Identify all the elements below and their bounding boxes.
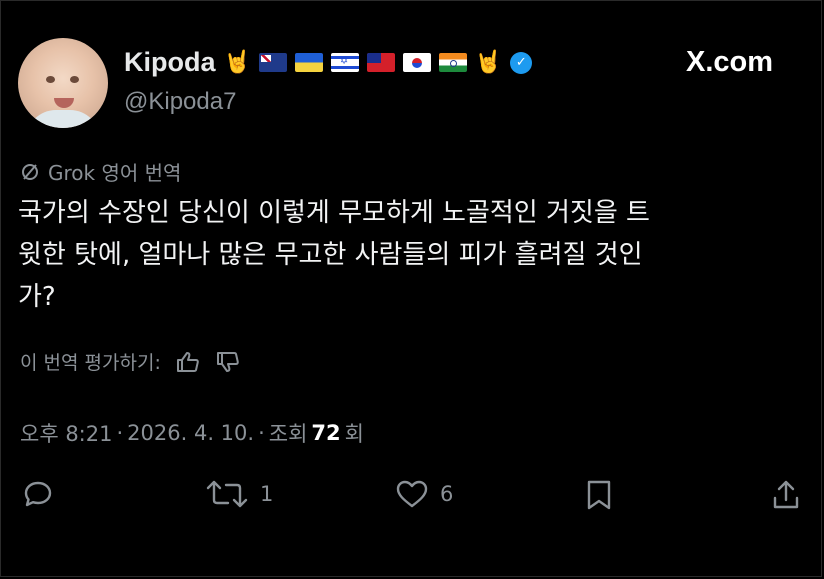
- tweet-line: 국가의 수장인 당신이 이렇게 무모하게 노골적인 거짓을 트: [18, 198, 650, 228]
- reply-button[interactable]: [22, 478, 64, 510]
- rock-hand-emoji: 🤘: [474, 49, 503, 75]
- bookmark-icon: [587, 480, 611, 510]
- rock-hand-emoji: 🤘: [223, 49, 251, 75]
- avatar-eye-left: [46, 76, 55, 83]
- israel-flag-icon: [330, 53, 359, 72]
- translation-notice: Grok 영어 번역: [20, 157, 181, 186]
- tweet-text: 국가의 수장인 당신이 이렇게 무모하게 노골적인 거짓을 트 윗한 탓에, 얼…: [18, 192, 808, 318]
- tweet-line: 윗한 탓에, 얼마나 많은 무고한 사람들의 피가 흘려질 것인: [18, 240, 643, 270]
- author-handle[interactable]: @Kipoda7: [124, 88, 236, 116]
- avatar-eye-right: [70, 76, 79, 83]
- share-button[interactable]: [770, 478, 802, 512]
- repost-button[interactable]: 1: [204, 478, 273, 510]
- avatar-body: [26, 110, 100, 128]
- x-logo: X.com: [686, 46, 773, 79]
- thumbs-up-icon[interactable]: [175, 350, 201, 374]
- taiwan-flag-icon: [366, 53, 395, 72]
- meta-separator: ·: [258, 421, 265, 445]
- tweet-date[interactable]: 2026. 4. 10.: [127, 421, 254, 445]
- like-count: 6: [440, 482, 454, 506]
- heart-icon: [396, 480, 428, 508]
- tweet-time[interactable]: 오후 8:21: [20, 418, 112, 448]
- brand-logo-text: X.com: [686, 46, 774, 78]
- views-label: 조회: [268, 422, 308, 446]
- avatar[interactable]: [18, 38, 108, 128]
- reply-icon: [24, 481, 52, 507]
- grok-icon: [22, 163, 38, 180]
- verified-badge-icon[interactable]: ✓: [510, 51, 533, 74]
- avatar-mouth: [54, 98, 74, 108]
- like-button[interactable]: 6: [394, 478, 453, 510]
- meta-separator: ·: [116, 421, 124, 445]
- author-name-row: Kipoda 🤘 🤘 ✓: [124, 47, 533, 78]
- south-korea-flag-icon: [402, 53, 431, 72]
- translation-label: Grok 영어 번역: [48, 161, 182, 185]
- repost-icon: [206, 480, 248, 508]
- action-bar: 1 6: [0, 478, 824, 524]
- tweet-line: 가?: [18, 282, 56, 312]
- views-count[interactable]: 72: [311, 421, 340, 445]
- tweet-meta: 오후 8:21 · 2026. 4. 10. · 조회 72 회: [20, 418, 364, 448]
- rate-translation: 이 번역 평가하기:: [20, 348, 241, 375]
- views-suffix: 회: [344, 422, 364, 446]
- australia-flag-icon: [258, 53, 287, 72]
- bookmark-button[interactable]: [584, 478, 614, 512]
- author-display-name[interactable]: Kipoda: [124, 47, 216, 78]
- india-flag-icon: [438, 53, 467, 72]
- rate-translation-label: 이 번역 평가하기:: [20, 352, 161, 374]
- ukraine-flag-icon: [294, 53, 323, 72]
- thumbs-down-icon[interactable]: [215, 350, 241, 374]
- share-icon: [773, 480, 799, 509]
- repost-count: 1: [260, 482, 274, 506]
